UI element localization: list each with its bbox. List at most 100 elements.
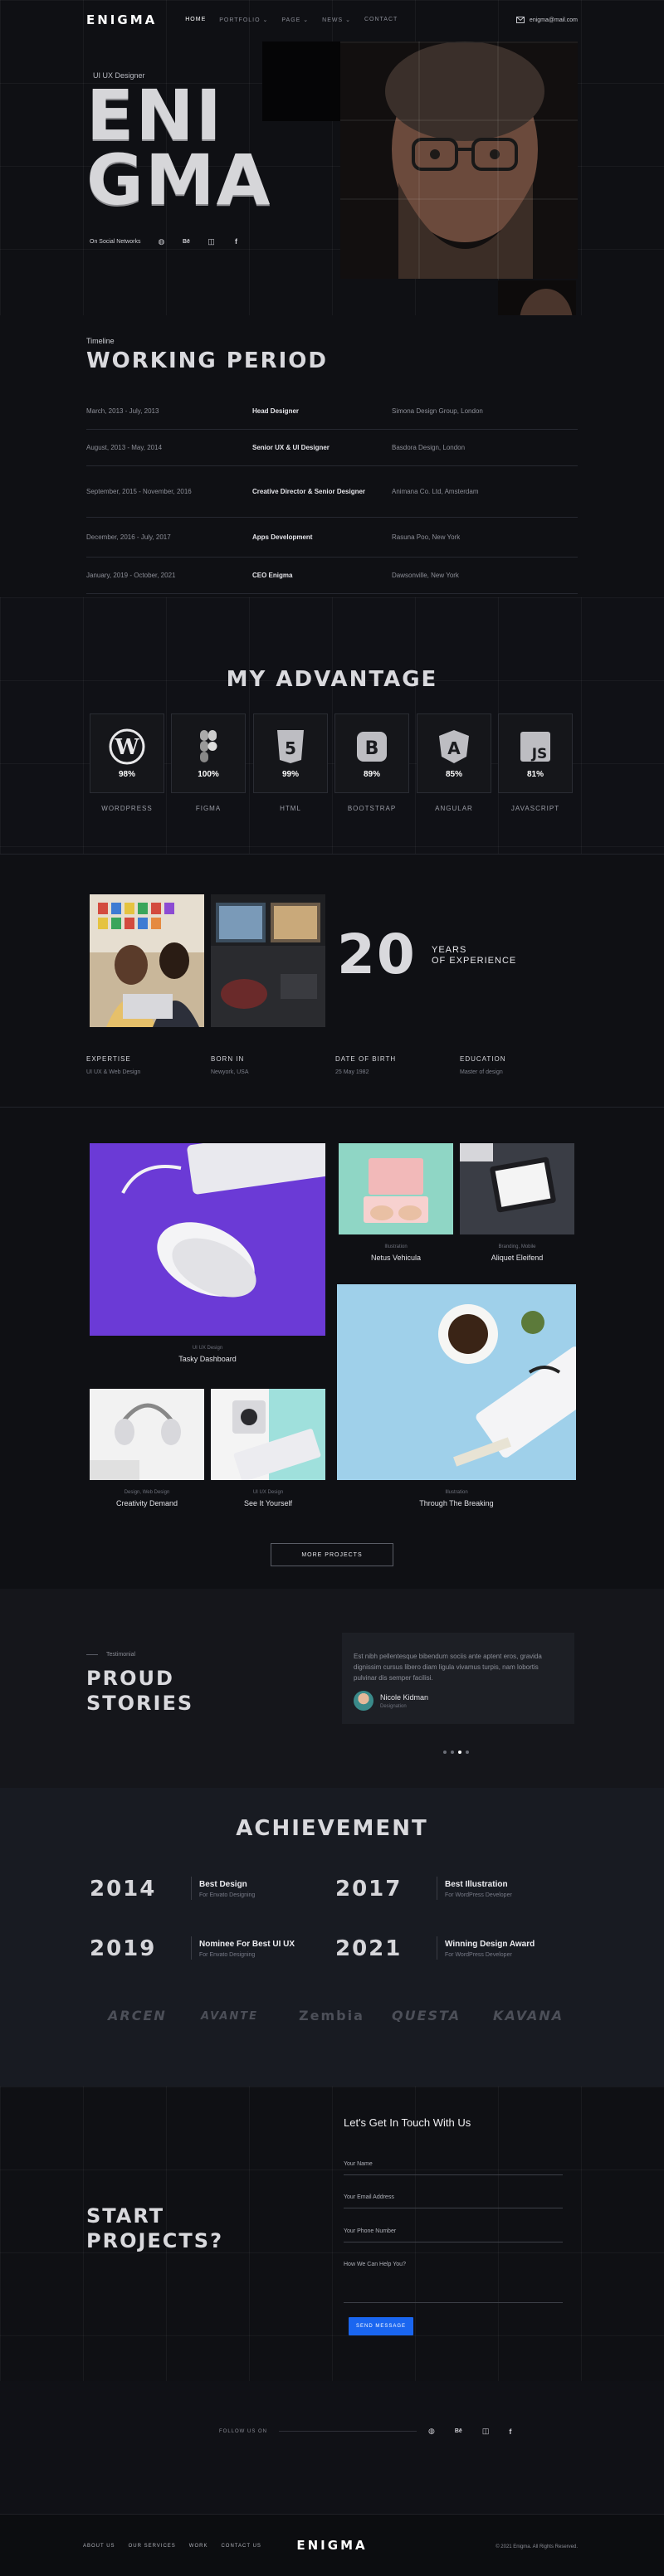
- portfolio-image-aliquet[interactable]: [460, 1143, 574, 1234]
- portfolio-caption: Design, Web Design Creativity Demand: [90, 1490, 204, 1507]
- dribbble-icon[interactable]: ◍: [157, 237, 165, 246]
- more-projects-button[interactable]: MORE PROJECTS: [271, 1543, 393, 1566]
- chevron-down-icon: ⌄: [345, 17, 351, 23]
- facebook-icon[interactable]: f: [232, 237, 240, 246]
- portfolio-caption: Branding, Mobile Aliquet Eleifend: [460, 1244, 574, 1262]
- tl-period: September, 2015 - November, 2016: [86, 488, 192, 495]
- footer-link-work[interactable]: WORK: [189, 2544, 208, 2549]
- laptop-hands-illustration: [339, 1143, 453, 1234]
- wordpress-icon: W: [109, 728, 145, 764]
- skill-pct: 99%: [281, 769, 299, 779]
- dribbble-icon[interactable]: ◍: [428, 2427, 435, 2436]
- menu-news-label: NEWS: [322, 17, 344, 23]
- achievement-title: ACHIEVEMENT: [236, 1816, 428, 1841]
- phone-field[interactable]: Your Phone Number: [344, 2228, 563, 2242]
- timeline-section: Timeline WORKING PERIOD March, 2013 - Ju…: [0, 315, 664, 597]
- portfolio-category: UI UX Design: [192, 1346, 223, 1351]
- timeline-row: March, 2013 - July, 2013 Head Designer S…: [86, 393, 578, 430]
- footer-link-about[interactable]: ABOUT US: [83, 2544, 115, 2549]
- portfolio-image-netus[interactable]: [339, 1143, 453, 1234]
- experience-line1: YEARS: [432, 945, 467, 955]
- timeline-row: January, 2019 - October, 2021 CEO Enigma…: [86, 558, 578, 594]
- brand-logo: Zembia: [299, 2008, 364, 2023]
- instagram-icon[interactable]: ◫: [207, 237, 215, 246]
- footer-link-services[interactable]: OUR SERVICES: [129, 2544, 176, 2549]
- hero-name-line1: ENI: [86, 75, 223, 156]
- brand-logo: QUESTA: [392, 2008, 461, 2023]
- portfolio-title[interactable]: See It Yourself: [211, 1499, 325, 1507]
- menu-page-label: PAGE: [281, 17, 301, 23]
- portfolio-title[interactable]: Aliquet Eleifend: [460, 1254, 574, 1262]
- tl-period: December, 2016 - July, 2017: [86, 533, 171, 541]
- skill-pct: 85%: [445, 769, 462, 779]
- achievement-sub: For Envato Designing: [199, 1892, 256, 1898]
- behance-icon[interactable]: Bē: [182, 237, 190, 246]
- carousel-dot[interactable]: [451, 1751, 454, 1754]
- portfolio-image-see-it[interactable]: [211, 1389, 325, 1480]
- header-email[interactable]: enigma@mail.com: [515, 17, 578, 23]
- menu-page[interactable]: PAGE ⌄: [281, 17, 309, 23]
- facebook-icon[interactable]: f: [509, 2427, 511, 2436]
- menu-home[interactable]: HOME: [185, 17, 206, 23]
- portfolio-title[interactable]: Creativity Demand: [90, 1499, 204, 1507]
- mail-icon: [515, 17, 525, 23]
- achievement-divider: [191, 1877, 192, 1900]
- skill-label: WORDPRESS: [101, 805, 153, 812]
- skill-label: BOOTSTRAP: [347, 805, 397, 812]
- eyebrow-line: [86, 1654, 98, 1655]
- testimonial-author-row: Nicole Kidman Designation: [354, 1691, 428, 1711]
- testimonial-title-line1: PROUD: [86, 1667, 174, 1690]
- name-field[interactable]: Your Name: [344, 2161, 563, 2175]
- achievement-divider: [191, 1936, 192, 1960]
- menu-portfolio[interactable]: PORTFOLIO ⌄: [219, 17, 268, 23]
- carousel-dot[interactable]: [443, 1751, 447, 1754]
- svg-text:5: 5: [285, 738, 296, 758]
- portfolio-category: UI UX Design: [252, 1490, 284, 1495]
- info-expertise: EXPERTISE UI UX & Web Design: [86, 1055, 140, 1075]
- info-value: UI UX & Web Design: [86, 1069, 141, 1075]
- achievement-year: 2014: [90, 1877, 157, 1902]
- carousel-dot-active[interactable]: [458, 1751, 461, 1754]
- email-field[interactable]: Your Email Address: [344, 2194, 563, 2208]
- portfolio-title[interactable]: Tasky Dashboard: [90, 1355, 325, 1363]
- follow-row: FOLLOW US ON ◍ Bē ◫ f: [219, 2427, 511, 2436]
- footer-nav: ABOUT US OUR SERVICES WORK CONTACT US: [83, 2544, 261, 2549]
- follow-section: FOLLOW US ON ◍ Bē ◫ f: [0, 2381, 664, 2514]
- portfolio-caption: Illustration Netus Vehicula: [339, 1244, 453, 1262]
- html5-icon: 5: [277, 729, 304, 763]
- tl-company: Simona Design Group, London: [392, 407, 483, 415]
- timeline-title: WORKING PERIOD: [86, 348, 328, 373]
- portfolio-title[interactable]: Netus Vehicula: [339, 1254, 453, 1262]
- footer-link-contact[interactable]: CONTACT US: [221, 2544, 261, 2549]
- instagram-icon[interactable]: ◫: [482, 2427, 490, 2436]
- portfolio-title[interactable]: Through The Breaking: [337, 1499, 576, 1507]
- info-education: EDUCATION Master of design: [460, 1055, 506, 1075]
- message-field[interactable]: How We Can Help You?: [344, 2262, 563, 2303]
- behance-icon[interactable]: Bē: [455, 2428, 462, 2434]
- portfolio-category: Branding, Mobile: [498, 1244, 536, 1249]
- tl-company: Basdora Design, London: [392, 444, 466, 451]
- desk-items-illustration: [211, 1389, 325, 1480]
- portfolio-image-breaking[interactable]: [337, 1284, 576, 1480]
- skill-card-javascript: JS 81%: [498, 713, 573, 793]
- copyright: © 2021 Enigma. All Rights Reserved.: [496, 2544, 578, 2549]
- skill-card-angular: A 85%: [417, 713, 491, 793]
- portfolio-image-creativity[interactable]: [90, 1389, 204, 1480]
- menu-news[interactable]: NEWS ⌄: [322, 17, 351, 23]
- tl-role: Head Designer: [252, 407, 300, 415]
- site-logo[interactable]: ENIGMA: [86, 12, 157, 27]
- experience-line2: OF EXPERIENCE: [432, 956, 517, 966]
- figma-icon: [200, 729, 217, 762]
- timeline-row: August, 2013 - May, 2014 Senior UX & UI …: [86, 430, 578, 466]
- testimonial-quote: Est nibh pellentesque bibendum sociis an…: [354, 1653, 542, 1682]
- achievement-sub: For Envato Designing: [199, 1952, 256, 1958]
- carousel-dot[interactable]: [466, 1751, 469, 1754]
- info-value: 25 May 1982: [335, 1069, 369, 1075]
- send-message-button[interactable]: SEND MESSAGE: [349, 2317, 413, 2335]
- menu-contact[interactable]: CONTACT: [364, 17, 398, 23]
- portfolio-image-tasky[interactable]: [90, 1143, 325, 1336]
- achievement-sub: For WordPress Developer: [445, 1952, 512, 1958]
- coffee-keyboard-illustration: [337, 1284, 576, 1480]
- svg-text:JS: JS: [531, 746, 548, 762]
- carousel-dots: [443, 1751, 469, 1754]
